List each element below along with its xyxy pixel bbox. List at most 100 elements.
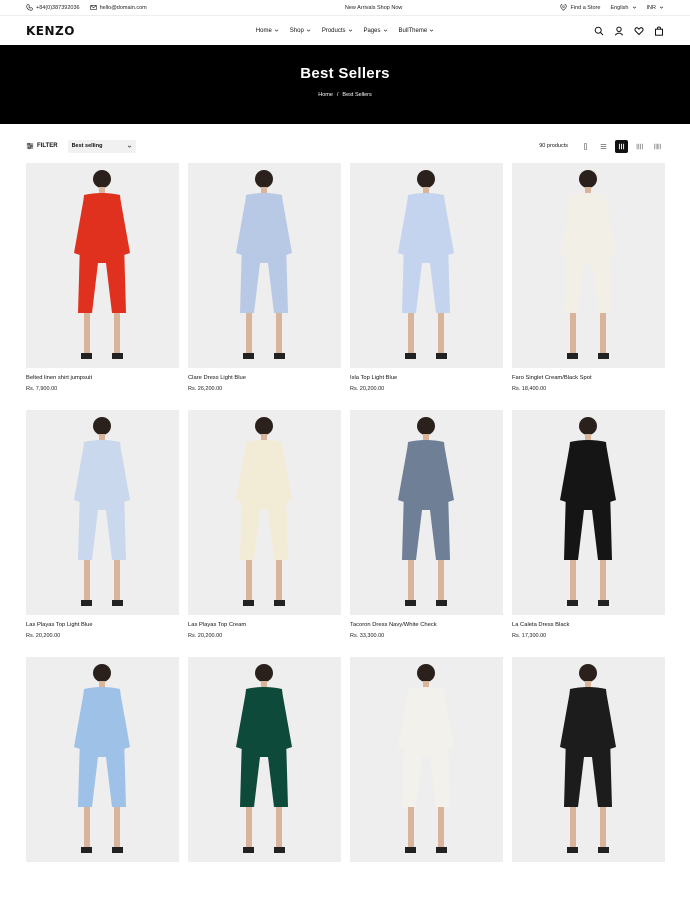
- search-icon[interactable]: [594, 26, 604, 36]
- product-image[interactable]: [512, 410, 665, 615]
- user-icon[interactable]: [614, 26, 624, 36]
- email-link[interactable]: hello@domain.com: [89, 4, 147, 11]
- hero-banner: Best Sellers Home / Best Sellers: [0, 45, 690, 124]
- chevron-down-icon: [306, 29, 311, 32]
- email-text: hello@domain.com: [99, 4, 147, 11]
- language-select[interactable]: English: [610, 5, 636, 11]
- find-store-link[interactable]: Find a Store: [560, 4, 600, 11]
- promo-link[interactable]: New Arrivals Shop Now: [345, 5, 402, 11]
- product-card[interactable]: [26, 657, 179, 904]
- list-icon: [600, 143, 607, 149]
- product-name[interactable]: Tacoron Dress Navy/White Check: [350, 622, 503, 628]
- main-nav: Home Shop Products Pages BullTheme: [256, 28, 434, 34]
- product-image[interactable]: [26, 410, 179, 615]
- breadcrumb-home[interactable]: Home: [318, 92, 333, 98]
- chevron-down-icon: [659, 6, 664, 9]
- product-name[interactable]: Las Playas Top Cream: [188, 622, 341, 628]
- product-count: 90 products: [539, 143, 568, 149]
- nav-label: Shop: [289, 27, 304, 34]
- chevron-down-icon: [429, 29, 434, 32]
- product-card[interactable]: Faro Singlet Cream/Black Spot Rs. 18,400.…: [512, 163, 665, 410]
- model-figure-icon: [398, 170, 454, 359]
- model-figure-icon: [236, 417, 292, 606]
- mail-icon: [89, 5, 97, 10]
- nav-label: Products: [321, 27, 346, 34]
- currency-select[interactable]: INR: [647, 5, 664, 11]
- nav-item-products[interactable]: Products: [322, 28, 353, 34]
- product-card[interactable]: La Caleta Dress Black Rs. 17,300.00: [512, 410, 665, 657]
- product-image[interactable]: [188, 410, 341, 615]
- shopping-bag-icon[interactable]: [654, 25, 664, 36]
- product-name[interactable]: Clare Dress Light Blue: [188, 375, 341, 381]
- product-image[interactable]: [512, 163, 665, 368]
- product-card[interactable]: [350, 657, 503, 904]
- product-name[interactable]: Las Playas Top Light Blue: [26, 622, 179, 628]
- main-header: KENZO Home Shop Products Pages BullTheme: [0, 16, 690, 45]
- sort-value: Best selling: [71, 143, 103, 149]
- nav-label: Home: [255, 27, 272, 34]
- breadcrumb-current: Best Sellers: [342, 92, 372, 98]
- product-name[interactable]: Belted linen shirt jumpsuit: [26, 375, 179, 381]
- filter-sliders-icon: [26, 142, 34, 150]
- product-price: Rs. 26,200.00: [188, 386, 223, 392]
- promo-text: New Arrivals Shop Now: [344, 4, 403, 11]
- product-image[interactable]: [350, 163, 503, 368]
- product-card[interactable]: Clare Dress Light Blue Rs. 26,200.00: [188, 163, 341, 410]
- chevron-down-icon: [383, 29, 387, 32]
- nav-item-pages[interactable]: Pages: [364, 28, 388, 34]
- product-card[interactable]: Las Playas Top Light Blue Rs. 20,200.00: [26, 410, 179, 657]
- phone-icon: [26, 4, 33, 11]
- view-five-column-button[interactable]: [651, 140, 664, 153]
- page-title: Best Sellers: [300, 65, 390, 82]
- product-image[interactable]: [188, 163, 341, 368]
- chevron-down-icon: [632, 6, 636, 9]
- view-four-column-button[interactable]: [633, 140, 646, 153]
- product-price: Rs. 20,200.00: [26, 633, 61, 639]
- breadcrumb-separator: /: [336, 92, 339, 98]
- product-card[interactable]: [512, 657, 665, 904]
- grid-four-icon: [636, 143, 643, 149]
- breadcrumb: Home / Best Sellers: [0, 92, 690, 98]
- chevron-down-icon: [274, 29, 279, 32]
- filter-button[interactable]: FILTER: [26, 142, 58, 150]
- product-card[interactable]: Belted linen shirt jumpsuit Rs. 7,900.00: [26, 163, 179, 410]
- product-price: Rs. 17,300.00: [512, 633, 547, 639]
- product-card[interactable]: [188, 657, 341, 904]
- phone-link[interactable]: +84(0)387392036: [26, 4, 80, 11]
- product-name[interactable]: Isla Top Light Blue: [350, 375, 503, 381]
- language-value: English: [610, 4, 629, 11]
- collection-toolbar: FILTER Best selling 90 products: [26, 138, 664, 154]
- view-three-column-button[interactable]: [615, 139, 628, 153]
- model-figure-icon: [398, 417, 454, 606]
- chevron-down-icon: [127, 145, 131, 148]
- currency-value: INR: [646, 4, 656, 11]
- product-image[interactable]: [26, 163, 179, 368]
- product-price: Rs. 18,400.00: [512, 386, 547, 392]
- location-pin-icon: [560, 4, 568, 11]
- nav-label: BullTheme: [398, 27, 428, 34]
- nav-item-shop[interactable]: Shop: [290, 28, 311, 34]
- product-card[interactable]: Isla Top Light Blue Rs. 20,200.00: [350, 163, 503, 410]
- filter-label: FILTER: [37, 143, 58, 149]
- nav-item-bulltheme[interactable]: BullTheme: [399, 28, 435, 34]
- grid-three-icon: [618, 143, 625, 149]
- logo[interactable]: KENZO: [26, 24, 96, 38]
- model-figure-icon: [74, 417, 130, 606]
- product-name[interactable]: La Caleta Dress Black: [512, 622, 665, 628]
- heart-icon[interactable]: [634, 26, 644, 36]
- product-grid: Belted linen shirt jumpsuit Rs. 7,900.00 C…: [26, 163, 665, 904]
- product-price: Rs. 7,900.00: [26, 386, 58, 392]
- view-list-button[interactable]: [597, 140, 610, 153]
- product-name[interactable]: Faro Singlet Cream/Black Spot: [512, 375, 665, 381]
- view-one-column-button[interactable]: [579, 140, 592, 153]
- model-figure-icon: [74, 170, 130, 359]
- product-price: Rs. 20,200.00: [350, 386, 385, 392]
- top-bar: +84(0)387392036 hello@domain.com New Arr…: [0, 0, 690, 16]
- model-figure-icon: [236, 170, 292, 359]
- product-image[interactable]: [350, 410, 503, 615]
- product-card[interactable]: Tacoron Dress Navy/White Check Rs. 33,300…: [350, 410, 503, 657]
- product-card[interactable]: Las Playas Top Cream Rs. 20,200.00: [188, 410, 341, 657]
- nav-item-home[interactable]: Home: [256, 28, 279, 34]
- sort-select[interactable]: Best selling: [67, 139, 136, 153]
- grid-five-icon: [654, 143, 661, 149]
